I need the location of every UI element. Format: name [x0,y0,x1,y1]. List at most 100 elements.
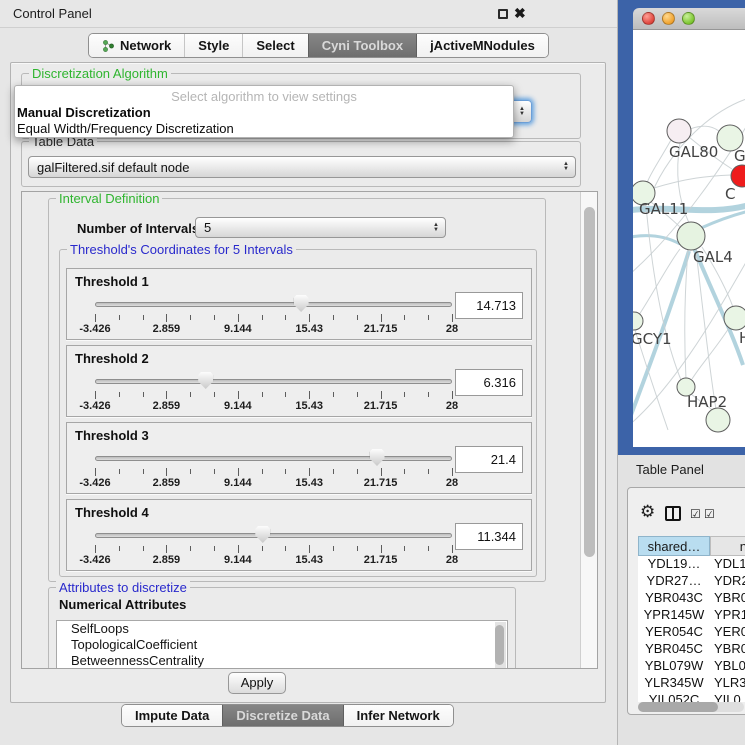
slider-tick [309,545,310,553]
tab-jactivemnodules[interactable]: jActiveMNodules [416,34,548,57]
slider-track[interactable] [95,533,452,538]
slider-tick-label: 15.43 [295,477,323,489]
number-of-intervals-combobox[interactable]: 5 ▲▼ [195,217,446,238]
select-all-icon[interactable]: ☑ [704,507,715,521]
slider-tick-label: 9.144 [224,400,252,412]
tab-infer-network[interactable]: Infer Network [343,705,453,726]
column-header-name[interactable]: name [710,536,745,556]
table-hscrollbar-thumb[interactable] [638,702,718,712]
slider-tick [143,546,144,551]
cell-shared-name: YLR345W [638,675,710,690]
attribute-item-betweennesscentrality[interactable]: BetweennessCentrality [57,653,507,669]
table-row[interactable]: YBR045CYBR0 [638,641,745,658]
slider-tick [404,392,405,397]
slider-tick [262,315,263,320]
slider-tick-label: 28 [446,554,458,566]
table-row[interactable]: YER054CYER0 [638,624,745,641]
numerical-attributes-list[interactable]: SelfLoopsTopologicalCoefficientBetweenne… [56,620,508,669]
cell-name: YDR2 [714,573,745,588]
slider-thumb[interactable] [198,372,213,389]
table-row[interactable]: YBL079WYBL0 [638,658,745,675]
network-window: GAL80GACGAL11GAL4GCY1HHAP2 [618,0,745,455]
list-scrollbar-thumb[interactable] [495,625,504,665]
slider-tick [357,392,358,397]
algorithm-popup-placeholder: Select algorithm to view settings [15,89,513,104]
slider-tick [143,469,144,474]
algorithm-option-manual[interactable]: Manual Discretization [17,105,151,120]
tab-label: Impute Data [135,708,209,723]
slider-tick [214,546,215,551]
table-row[interactable]: YLR345WYLR3 [638,675,745,692]
slider-tick [404,469,405,474]
close-icon[interactable]: ✖ [514,5,526,22]
slider-thumb[interactable] [255,526,270,543]
column-header-shared-name[interactable]: shared… [638,536,710,556]
slider-tick [238,314,239,322]
tab-impute-data[interactable]: Impute Data [122,705,222,726]
table-row[interactable]: YPR145WYPR1 [638,607,745,624]
tab-label: Infer Network [357,708,440,723]
slider-track[interactable] [95,302,452,307]
slider-tick [381,468,382,476]
column-view-icon[interactable] [665,506,681,521]
threshold-label: Threshold 1 [75,274,149,289]
algorithm-option-equal-width[interactable]: Equal Width/Frequency Discretization [17,121,234,136]
network-graph: GAL80GACGAL11GAL4GCY1HHAP2 [618,0,745,455]
table-panel-header: Table Panel [618,455,745,484]
attribute-item-selfloops[interactable]: SelfLoops [57,621,507,637]
float-window-icon[interactable] [498,9,508,19]
cell-shared-name: YPR145W [638,607,710,622]
attribute-item-topologicalcoefficient[interactable]: TopologicalCoefficient [57,637,507,653]
slider-tick [143,392,144,397]
slider-tick [309,391,310,399]
tab-select[interactable]: Select [242,34,307,57]
slider-tick [428,469,429,474]
settings-scrollpane: Interval Definition Number of Intervals … [21,191,598,669]
slider-tick [262,469,263,474]
zoom-traffic-icon[interactable] [682,12,695,25]
slider-track[interactable] [95,456,452,461]
network-window-titlebar[interactable] [633,8,745,30]
network-node-h[interactable] [724,306,745,330]
list-scrollbar-track[interactable] [495,622,506,669]
close-traffic-icon[interactable] [642,12,655,25]
tab-cyni-toolbox[interactable]: Cyni Toolbox [308,34,416,57]
cell-name: YBL0 [714,658,745,673]
minimize-traffic-icon[interactable] [662,12,675,25]
tab-style[interactable]: Style [184,34,242,57]
table-row[interactable]: YDL19…YDL1 [638,556,745,573]
slider-tick-label: 15.43 [295,400,323,412]
threshold-value-field[interactable]: 11.344 [455,523,523,550]
slider-tick [119,392,120,397]
settings-scrollbar-thumb[interactable] [584,207,595,557]
slider-tick [285,315,286,320]
threshold-value-field[interactable]: 6.316 [455,369,523,396]
table-row[interactable]: YBR043CYBR0 [638,590,745,607]
slider-track[interactable] [95,379,452,384]
select-all-icon[interactable]: ☑ [690,507,701,521]
table-row[interactable]: YDR27…YDR2 [638,573,745,590]
slider-thumb[interactable] [294,295,309,312]
gear-icon[interactable]: ⚙ [640,502,655,522]
interval-definition-group: Interval Definition Number of Intervals … [48,198,546,582]
network-node-gcy1[interactable] [625,312,643,330]
table-row[interactable]: YIL052CYIL0 [638,692,745,702]
combo-stepper-icon: ▲▼ [519,107,525,117]
tab-discretize-data[interactable]: Discretize Data [222,705,342,726]
threshold-value-field[interactable]: 14.713 [455,292,523,319]
slider-tick-label: 2.859 [153,400,181,412]
network-node-gal4[interactable] [677,222,705,250]
network-node-gal80[interactable] [667,119,691,143]
slider-tick [381,545,382,553]
network-node-node[interactable] [706,408,730,432]
slider-tick [143,315,144,320]
tab-network[interactable]: Network [89,34,184,57]
slider-tick [262,546,263,551]
threshold-value-field[interactable]: 21.4 [455,446,523,473]
cell-name: YIL0 [714,692,745,702]
network-node-c[interactable] [731,165,745,187]
table-data-combobox[interactable]: galFiltered.sif default node ▲▼ [28,156,576,178]
table-hscrollbar-track[interactable] [638,702,744,712]
apply-button[interactable]: Apply [228,672,286,694]
slider-thumb[interactable] [370,449,385,466]
